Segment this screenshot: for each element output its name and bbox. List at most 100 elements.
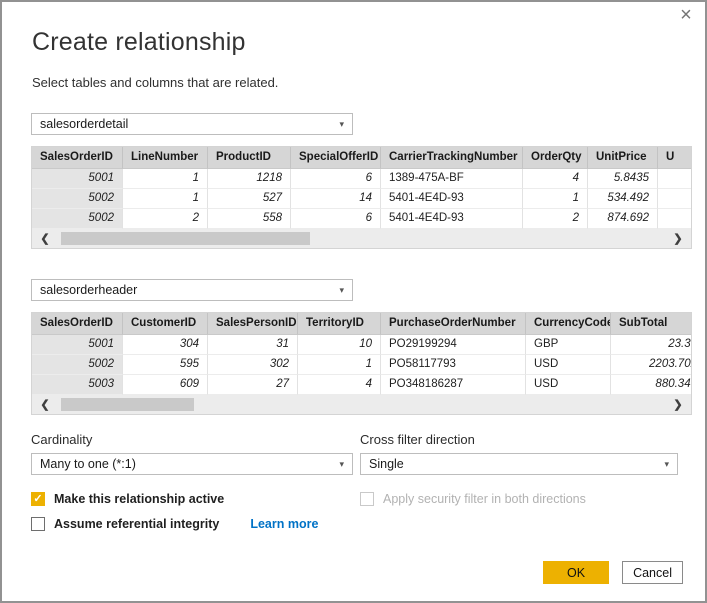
- table-row[interactable]: 5001 1 1218 6 1389-475A-BF 4 5.8435: [32, 169, 692, 189]
- page-title: Create relationship: [32, 28, 689, 57]
- close-icon[interactable]: ×: [675, 4, 697, 26]
- scrollbar-thumb[interactable]: [61, 398, 194, 411]
- table-cell[interactable]: PO29199294: [381, 335, 526, 355]
- column-header[interactable]: OrderQty: [523, 147, 588, 169]
- table2-selector-dropdown[interactable]: salesorderheader ▾: [31, 279, 353, 301]
- horizontal-scrollbar[interactable]: ❮ ❯: [32, 395, 691, 414]
- table-cell[interactable]: 302: [208, 355, 298, 375]
- column-header[interactable]: CurrencyCode: [526, 313, 611, 335]
- security-filter-checkbox-row: Apply security filter in both directions: [360, 492, 689, 506]
- table-cell[interactable]: 5002: [32, 189, 123, 209]
- table-cell[interactable]: 6: [291, 209, 381, 229]
- table-cell[interactable]: PO348186287: [381, 375, 526, 395]
- table-cell[interactable]: 5003: [32, 375, 123, 395]
- table-cell[interactable]: [658, 209, 692, 229]
- table-cell[interactable]: 1: [298, 355, 381, 375]
- column-header[interactable]: SpecialOfferID: [291, 147, 381, 169]
- table-cell[interactable]: [658, 189, 692, 209]
- scroll-right-icon[interactable]: ❯: [665, 232, 691, 245]
- ok-button[interactable]: OK: [543, 561, 609, 584]
- table-cell[interactable]: 10: [298, 335, 381, 355]
- table-cell[interactable]: 5001: [32, 169, 123, 189]
- column-header[interactable]: SubTotal: [611, 313, 692, 335]
- table-cell[interactable]: 304: [123, 335, 208, 355]
- make-active-checkbox-row[interactable]: ✓ Make this relationship active: [31, 492, 353, 506]
- table-row[interactable]: 5002 595 302 1 PO58117793 USD 2203.702: [32, 355, 692, 375]
- table-cell[interactable]: 2: [123, 209, 208, 229]
- table-cell[interactable]: 609: [123, 375, 208, 395]
- cross-filter-label: Cross filter direction: [360, 432, 689, 447]
- table-cell[interactable]: 1: [123, 189, 208, 209]
- table-cell[interactable]: 2203.702: [611, 355, 692, 375]
- scrollbar-track[interactable]: [58, 232, 665, 245]
- cardinality-dropdown[interactable]: Many to one (*:1) ▾: [31, 453, 353, 475]
- table-cell[interactable]: 1389-475A-BF: [381, 169, 523, 189]
- table-cell[interactable]: 558: [208, 209, 291, 229]
- table-cell[interactable]: 23.37: [611, 335, 692, 355]
- table-cell[interactable]: USD: [526, 375, 611, 395]
- assume-integrity-checkbox-row[interactable]: Assume referential integrity Learn more: [31, 517, 353, 531]
- table2-selector-value: salesorderheader: [40, 283, 137, 297]
- table-cell[interactable]: GBP: [526, 335, 611, 355]
- column-header[interactable]: UnitPrice: [588, 147, 658, 169]
- cancel-button[interactable]: Cancel: [622, 561, 683, 584]
- cross-filter-dropdown[interactable]: Single ▾: [360, 453, 678, 475]
- chevron-down-icon: ▾: [339, 285, 344, 296]
- table-cell[interactable]: 874.692: [588, 209, 658, 229]
- scroll-left-icon[interactable]: ❮: [32, 398, 58, 411]
- table1-selector-dropdown[interactable]: salesorderdetail ▾: [31, 113, 353, 135]
- column-header[interactable]: CarrierTrackingNumber: [381, 147, 523, 169]
- column-header[interactable]: ProductID: [208, 147, 291, 169]
- chevron-down-icon: ▾: [339, 459, 344, 470]
- table-cell[interactable]: [658, 169, 692, 189]
- table-cell[interactable]: 5401-4E4D-93: [381, 189, 523, 209]
- table2-preview: SalesOrderID CustomerID SalesPersonID Te…: [31, 312, 692, 415]
- table-cell[interactable]: PO58117793: [381, 355, 526, 375]
- table-cell[interactable]: 5.8435: [588, 169, 658, 189]
- column-header[interactable]: CustomerID: [123, 313, 208, 335]
- learn-more-link[interactable]: Learn more: [250, 517, 318, 531]
- table-cell[interactable]: 2: [523, 209, 588, 229]
- horizontal-scrollbar[interactable]: ❮ ❯: [32, 229, 691, 248]
- column-header[interactable]: TerritoryID: [298, 313, 381, 335]
- table-cell[interactable]: 1: [523, 189, 588, 209]
- table-cell[interactable]: 4: [523, 169, 588, 189]
- table-cell[interactable]: 527: [208, 189, 291, 209]
- table-cell[interactable]: 5401-4E4D-93: [381, 209, 523, 229]
- table-cell[interactable]: 1218: [208, 169, 291, 189]
- scroll-left-icon[interactable]: ❮: [32, 232, 58, 245]
- assume-integrity-label: Assume referential integrity: [54, 517, 219, 531]
- create-relationship-dialog: × Create relationship Select tables and …: [0, 0, 707, 603]
- table-cell[interactable]: 6: [291, 169, 381, 189]
- scrollbar-track[interactable]: [58, 398, 665, 411]
- table-row[interactable]: 5003 609 27 4 PO348186287 USD 880.348: [32, 375, 692, 395]
- table-cell[interactable]: 27: [208, 375, 298, 395]
- table-cell[interactable]: 880.348: [611, 375, 692, 395]
- scrollbar-thumb[interactable]: [61, 232, 310, 245]
- table-cell[interactable]: 31: [208, 335, 298, 355]
- cardinality-label: Cardinality: [31, 432, 353, 447]
- security-filter-label: Apply security filter in both directions: [383, 492, 586, 506]
- table-cell[interactable]: USD: [526, 355, 611, 375]
- table-cell[interactable]: 595: [123, 355, 208, 375]
- table-cell[interactable]: 5002: [32, 209, 123, 229]
- table-cell[interactable]: 5001: [32, 335, 123, 355]
- column-header[interactable]: PurchaseOrderNumber: [381, 313, 526, 335]
- checkbox-unchecked-icon[interactable]: [31, 517, 45, 531]
- table-cell[interactable]: 14: [291, 189, 381, 209]
- column-header[interactable]: LineNumber: [123, 147, 208, 169]
- column-header[interactable]: SalesOrderID: [32, 313, 123, 335]
- table-cell[interactable]: 5002: [32, 355, 123, 375]
- table-row[interactable]: 5002 2 558 6 5401-4E4D-93 2 874.692: [32, 209, 692, 229]
- table-cell[interactable]: 534.492: [588, 189, 658, 209]
- checkbox-checked-icon[interactable]: ✓: [31, 492, 45, 506]
- table-row[interactable]: 5001 304 31 10 PO29199294 GBP 23.37: [32, 335, 692, 355]
- column-header[interactable]: SalesOrderID: [32, 147, 123, 169]
- table-cell[interactable]: 1: [123, 169, 208, 189]
- scroll-right-icon[interactable]: ❯: [665, 398, 691, 411]
- table-row[interactable]: 5002 1 527 14 5401-4E4D-93 1 534.492: [32, 189, 692, 209]
- column-header[interactable]: U: [658, 147, 692, 169]
- column-header[interactable]: SalesPersonID: [208, 313, 298, 335]
- table-cell[interactable]: 4: [298, 375, 381, 395]
- cardinality-value: Many to one (*:1): [40, 457, 136, 471]
